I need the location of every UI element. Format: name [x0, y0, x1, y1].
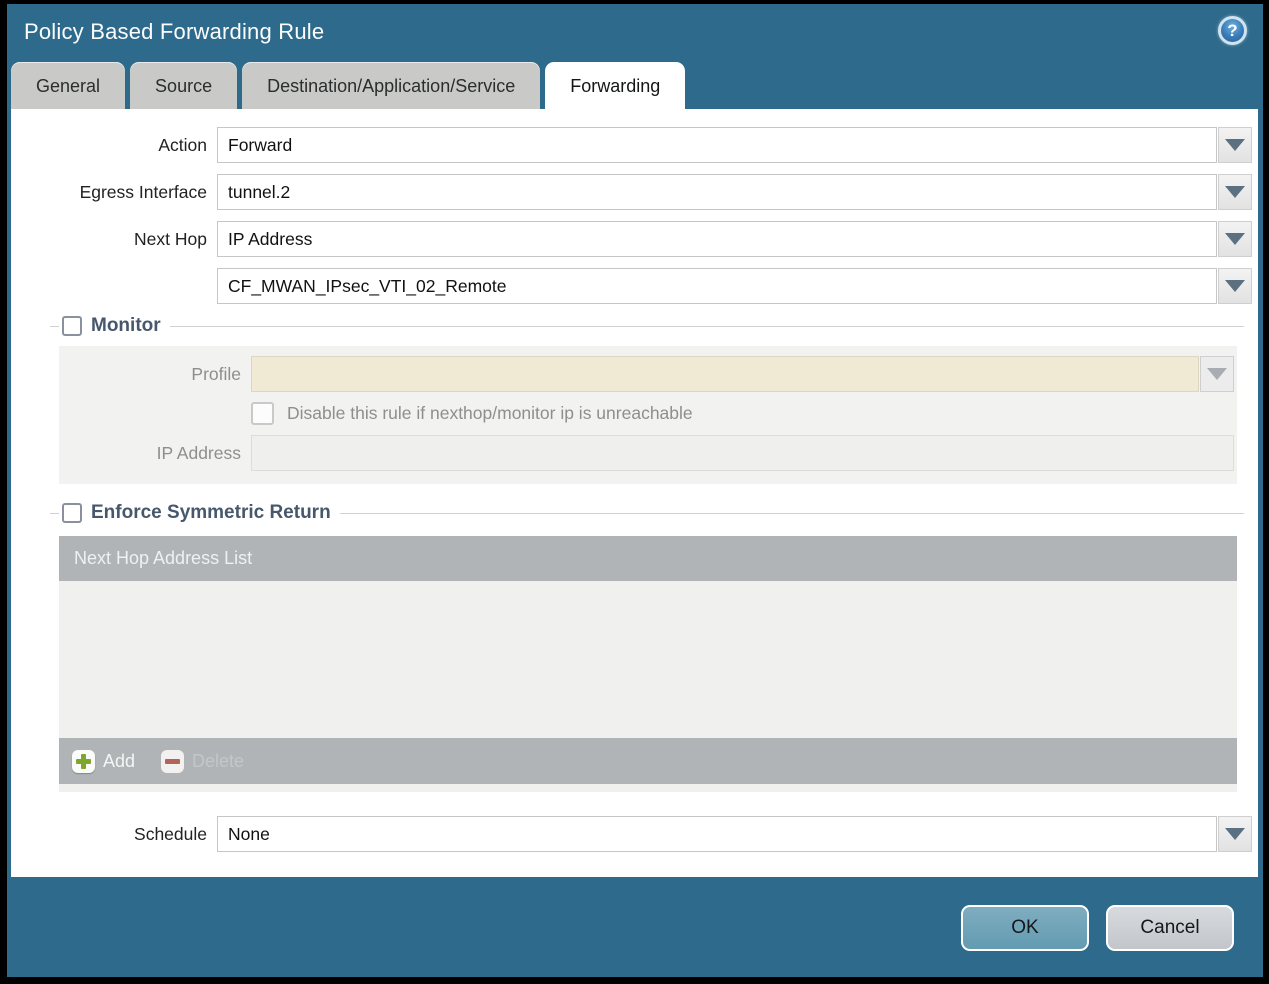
next-hop-address-row: CF_MWAN_IPsec_VTI_02_Remote — [21, 268, 1252, 304]
forwarding-tab-panel: Action Forward Egress Interface tunnel.2… — [11, 109, 1258, 877]
action-dropdown-button[interactable] — [1218, 127, 1252, 163]
next-hop-address-value[interactable]: CF_MWAN_IPsec_VTI_02_Remote — [217, 268, 1217, 304]
monitor-profile-combo — [251, 356, 1234, 392]
tab-general[interactable]: General — [11, 62, 126, 109]
action-row: Action Forward — [21, 127, 1252, 163]
next-hop-type-dropdown-button[interactable] — [1218, 221, 1252, 257]
monitor-ip-address-label: IP Address — [156, 442, 241, 463]
monitor-group-header: Monitor — [50, 315, 1244, 337]
plus-icon — [72, 749, 95, 773]
chevron-down-icon — [1225, 280, 1245, 292]
add-button-label: Add — [103, 750, 136, 771]
delete-button-label: Delete — [192, 750, 245, 771]
ok-button[interactable]: OK — [961, 905, 1089, 951]
monitor-ip-address-row: IP Address — [59, 435, 1234, 471]
dialog-titlebar: Policy Based Forwarding Rule ? — [7, 4, 1263, 62]
symmetric-return-group-title: Enforce Symmetric Return — [91, 502, 331, 523]
chevron-down-icon — [1225, 139, 1245, 151]
monitor-ip-address-value — [251, 435, 1234, 471]
cancel-button[interactable]: Cancel — [1106, 905, 1234, 951]
egress-interface-row: Egress Interface tunnel.2 — [21, 174, 1252, 210]
dialog-title: Policy Based Forwarding Rule — [24, 19, 325, 44]
next-hop-type-combo: IP Address — [217, 221, 1252, 257]
monitor-profile-value — [251, 356, 1199, 392]
symmetric-return-group: Enforce Symmetric Return Next Hop Addres… — [50, 502, 1244, 792]
monitor-group-title: Monitor — [91, 315, 161, 336]
next-hop-address-list-table: Next Hop Address List Add Delete — [59, 536, 1237, 792]
disable-rule-label: Disable this rule if nexthop/monitor ip … — [287, 403, 693, 423]
monitor-profile-row: Profile — [59, 356, 1234, 392]
next-hop-row: Next Hop IP Address — [21, 221, 1252, 257]
egress-interface-combo: tunnel.2 — [217, 174, 1252, 210]
tab-forwarding[interactable]: Forwarding — [545, 62, 686, 109]
monitor-checkbox[interactable] — [62, 316, 82, 336]
tab-destination-application-service[interactable]: Destination/Application/Service — [242, 62, 541, 109]
help-icon[interactable]: ? — [1218, 16, 1247, 45]
chevron-down-icon — [1225, 828, 1245, 840]
symmetric-return-group-header: Enforce Symmetric Return — [50, 502, 1244, 524]
table-header-next-hop-address-list: Next Hop Address List — [59, 536, 1237, 581]
chevron-down-icon — [1207, 368, 1227, 380]
schedule-label: Schedule — [134, 823, 207, 844]
next-hop-label: Next Hop — [134, 228, 207, 249]
egress-interface-label: Egress Interface — [79, 181, 207, 202]
next-hop-type-value[interactable]: IP Address — [217, 221, 1217, 257]
symmetric-return-legend-line — [339, 512, 1244, 514]
action-value[interactable]: Forward — [217, 127, 1217, 163]
minus-icon — [161, 749, 185, 773]
tab-source[interactable]: Source — [130, 62, 238, 109]
egress-interface-value[interactable]: tunnel.2 — [217, 174, 1217, 210]
action-combo: Forward — [217, 127, 1252, 163]
action-label: Action — [158, 134, 207, 155]
schedule-row: Schedule None — [21, 816, 1252, 852]
table-body-empty[interactable] — [59, 581, 1237, 738]
chevron-down-icon — [1225, 186, 1245, 198]
disable-rule-checkbox — [251, 402, 274, 425]
monitor-profile-label: Profile — [191, 363, 241, 384]
dialog-footer: OK Cancel — [7, 877, 1263, 951]
delete-button: Delete — [161, 749, 245, 773]
monitor-disable-rule-row: Disable this rule if nexthop/monitor ip … — [59, 402, 1234, 425]
monitor-legend-line — [169, 325, 1244, 327]
chevron-down-icon — [1225, 233, 1245, 245]
add-button[interactable]: Add — [72, 749, 136, 773]
enforce-symmetric-return-checkbox[interactable] — [62, 503, 82, 523]
monitor-group-body: Profile Disable this rule if nexthop/mon… — [59, 346, 1237, 484]
schedule-dropdown-button[interactable] — [1218, 816, 1252, 852]
dialog-policy-based-forwarding-rule: Policy Based Forwarding Rule ? General S… — [7, 4, 1263, 977]
next-hop-address-dropdown-button[interactable] — [1218, 268, 1252, 304]
monitor-group: Monitor Profile Disable this rule if nex… — [50, 315, 1244, 484]
monitor-profile-dropdown-button — [1200, 356, 1234, 392]
next-hop-address-combo: CF_MWAN_IPsec_VTI_02_Remote — [217, 268, 1252, 304]
schedule-value[interactable]: None — [217, 816, 1217, 852]
table-toolbar: Add Delete — [59, 738, 1237, 784]
tab-bar: General Source Destination/Application/S… — [11, 62, 1263, 109]
monitor-ip-address-combo — [251, 435, 1234, 471]
egress-interface-dropdown-button[interactable] — [1218, 174, 1252, 210]
schedule-combo: None — [217, 816, 1252, 852]
